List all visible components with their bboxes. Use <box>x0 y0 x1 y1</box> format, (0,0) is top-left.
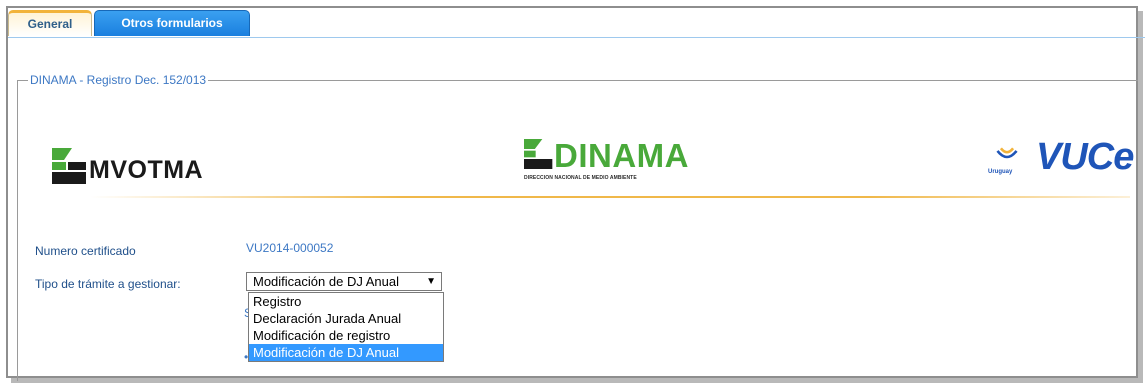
option-modificacion-dj-anual[interactable]: Modificación de DJ Anual <box>249 344 443 361</box>
tipo-tramite-options: Registro Declaración Jurada Anual Modifi… <box>248 292 444 362</box>
numero-certificado-value: VU2014-000052 <box>246 241 334 255</box>
tab-general[interactable]: General <box>8 10 92 36</box>
option-registro[interactable]: Registro <box>249 293 443 310</box>
mvotma-mark-icon <box>52 148 86 184</box>
option-declaracion-jurada-anual[interactable]: Declaración Jurada Anual <box>249 310 443 327</box>
uruguay-sun-icon <box>996 147 1018 159</box>
header-divider <box>90 196 1130 198</box>
dropdown-arrow-icon[interactable]: ▼ <box>426 273 436 290</box>
uruguay-label: Uruguay <box>988 169 1013 175</box>
numero-certificado-label: Numero certificado <box>35 244 136 258</box>
dinama-mark-icon <box>524 139 553 169</box>
fieldset-frame <box>17 80 1138 381</box>
tab-divider <box>8 37 1145 38</box>
dinama-subtitle: DIRECCION NACIONAL DE MEDIO AMBIENTE <box>524 175 637 181</box>
vuce-text: VUCe <box>1036 136 1134 178</box>
option-modificacion-registro[interactable]: Modificación de registro <box>249 327 443 344</box>
dinama-text: DINAMA <box>554 137 689 174</box>
tab-otros-formularios[interactable]: Otros formularios <box>94 10 250 36</box>
vuce-logo: Uruguay VUCe <box>988 136 1134 180</box>
mvotma-text: MVOTMA <box>89 156 204 184</box>
select-value: Modificación de DJ Anual <box>253 274 399 289</box>
fieldset-legend: DINAMA - Registro Dec. 152/013 <box>28 73 209 87</box>
tipo-tramite-select[interactable]: Modificación de DJ Anual ▼ <box>246 272 442 291</box>
tipo-tramite-label: Tipo de trámite a gestionar: <box>35 277 181 291</box>
